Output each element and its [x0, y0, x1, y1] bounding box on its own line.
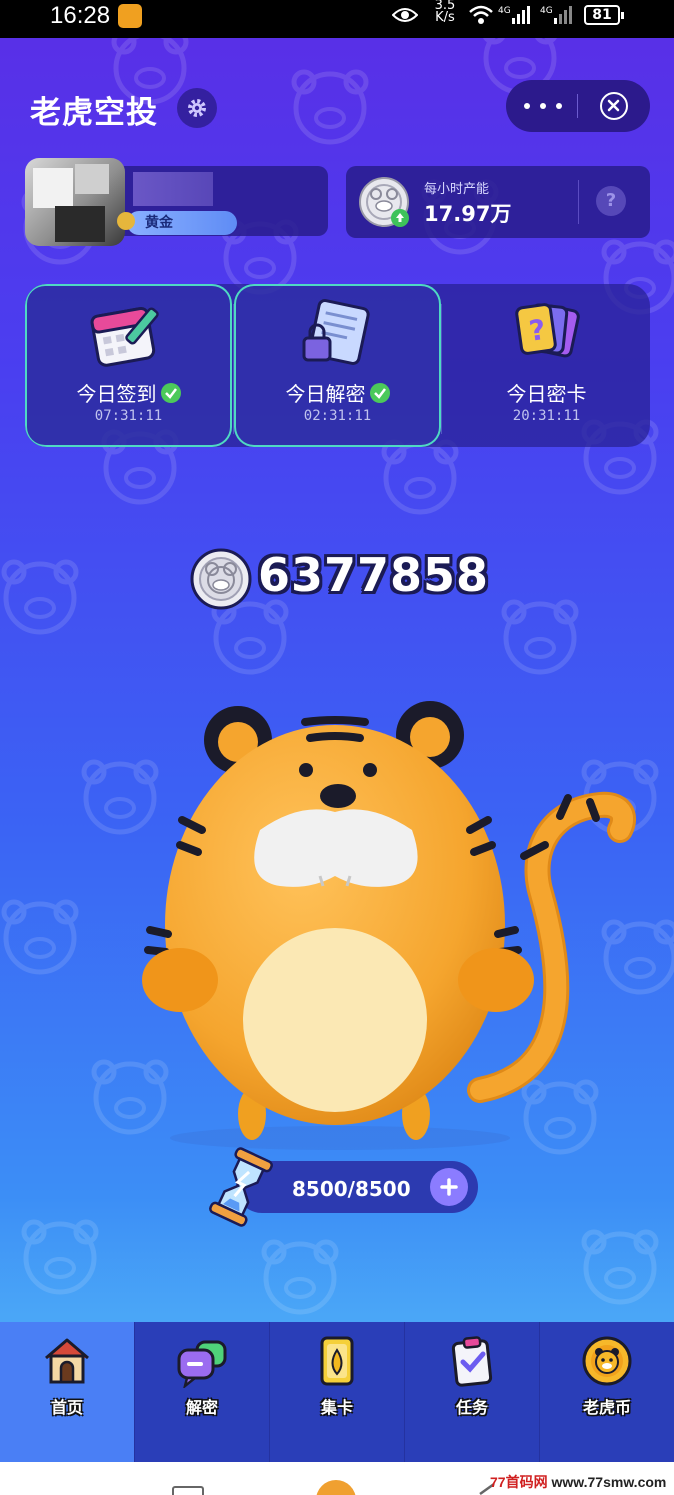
- gear-icon: [188, 99, 206, 117]
- help-button[interactable]: ?: [596, 186, 626, 216]
- hourglass-icon: [209, 1147, 273, 1227]
- user-profile-card[interactable]: 黄金: [25, 158, 328, 246]
- signal-icon-1: 4G: [498, 6, 530, 24]
- secret-card-timer: 20:31:11: [512, 408, 581, 424]
- tab-tiger-coin-label: 老虎币: [582, 1398, 631, 1417]
- more-button[interactable]: [524, 92, 562, 120]
- check-icon: [160, 383, 181, 403]
- tab-decrypt[interactable]: 解密: [134, 1322, 269, 1462]
- tab-home-label: 首页: [50, 1398, 83, 1417]
- speed-unit: K/s: [435, 10, 455, 25]
- recents-button[interactable]: [172, 1486, 204, 1495]
- energy-meter: 8500/8500: [206, 1146, 478, 1228]
- bottom-tab-bar: 首页 解密 集卡 任务 老虎币: [0, 1322, 674, 1462]
- tab-collect-cards[interactable]: 集卡: [269, 1322, 404, 1462]
- daily-checkin[interactable]: 今日签到 07:31:11: [25, 284, 232, 447]
- secret-card-label: 今日密卡: [506, 382, 587, 406]
- tab-home[interactable]: 首页: [0, 1322, 134, 1462]
- svg-text:4G: 4G: [540, 6, 553, 16]
- production-label: 每小时产能: [424, 182, 490, 197]
- status-bar: 16:28 3.5 K/s 4G 4G 81: [0, 0, 674, 38]
- page-title: 老虎空投: [30, 95, 158, 131]
- coin-balance: 6377858: [190, 546, 490, 612]
- plus-icon: [440, 1178, 458, 1196]
- tab-tasks-label: 任务: [455, 1398, 488, 1417]
- site-url: www.77smw.com: [551, 1474, 667, 1490]
- tab-collect-cards-label: 集卡: [320, 1398, 353, 1417]
- production-value: 17.97万: [424, 202, 512, 226]
- checkin-timer: 07:31:11: [94, 408, 163, 424]
- close-button[interactable]: [600, 92, 628, 120]
- energy-value: 8500/8500: [292, 1177, 411, 1201]
- tiger-app-icon: [118, 4, 142, 28]
- check-icon: [369, 383, 390, 403]
- level-label: 黄金: [145, 215, 173, 231]
- daily-secret-card[interactable]: ? 今日密卡 20:31:11: [443, 284, 650, 447]
- site-watermark: 77首码网 www.77smw.com: [490, 1472, 666, 1492]
- wifi-icon: [469, 5, 493, 24]
- decrypt-timer: 02:31:11: [303, 408, 372, 424]
- document-lock-icon: [302, 299, 370, 365]
- hourly-production-card: 每小时产能 17.97万 ?: [346, 166, 650, 238]
- system-nav-bar: 77首码网 www.77smw.com: [0, 1462, 674, 1495]
- eye-icon: [392, 8, 418, 22]
- site-prefix: 77首码网: [490, 1474, 548, 1490]
- tiger-coin-icon: [190, 548, 252, 610]
- tiger-coin-icon: [582, 1336, 632, 1386]
- balance-value: 6377858: [258, 548, 490, 602]
- network-speed: 3.5 K/s: [432, 0, 458, 24]
- app-screen: 16:28 3.5 K/s 4G 4G 81 老虎空投 黄金 每小时产能 17.…: [0, 0, 674, 1495]
- medal-icon: [117, 212, 135, 230]
- close-icon: [607, 99, 620, 112]
- settings-button[interactable]: [177, 88, 217, 128]
- checkin-label: 今日签到: [76, 382, 157, 406]
- username-blurred: [133, 172, 213, 206]
- calendar-icon: [90, 306, 159, 367]
- tiger-mascot[interactable]: [120, 690, 640, 1160]
- network1-label: 4G: [498, 6, 511, 16]
- avatar[interactable]: [25, 158, 125, 246]
- chat-bubble-icon: [177, 1340, 227, 1388]
- mystery-cards-icon: ?: [515, 303, 580, 358]
- signal-icon-2: 4G: [540, 6, 572, 24]
- clipboard-check-icon: [451, 1336, 493, 1387]
- status-time: 16:28: [50, 2, 111, 29]
- house-icon: [45, 1338, 89, 1384]
- decrypt-label: 今日解密: [285, 382, 366, 406]
- tab-tasks[interactable]: 任务: [404, 1322, 539, 1462]
- tab-decrypt-label: 解密: [185, 1398, 218, 1417]
- tiger-coin-icon: [359, 177, 409, 227]
- home-button[interactable]: [316, 1480, 356, 1495]
- tab-tiger-coin[interactable]: 老虎币: [539, 1322, 674, 1462]
- level-badge: 黄金: [127, 211, 237, 235]
- add-energy-button[interactable]: [430, 1168, 468, 1206]
- daily-tasks-panel: 今日签到 07:31:11 今日解密 02:31:11 ? 今日密卡 20:31…: [25, 284, 650, 447]
- battery-indicator: 81: [584, 5, 624, 25]
- card-icon: [320, 1336, 354, 1386]
- daily-decrypt[interactable]: 今日解密 02:31:11: [234, 284, 441, 447]
- mini-program-capsule: [506, 80, 650, 132]
